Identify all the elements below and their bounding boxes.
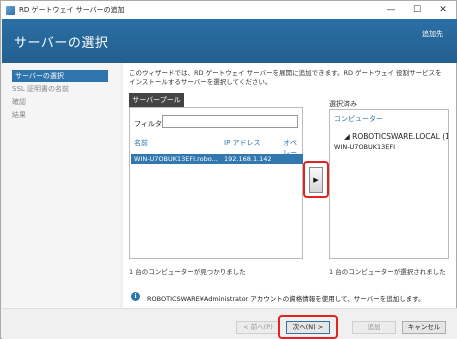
wizard-window: RD ゲートウェイ サーバーの追加 — ☐ ✕ サーバーの選択 追加先 サーバー… [0,0,457,339]
move-right-button[interactable]: ▶ [309,167,323,193]
row-ip: 192.168.1.142 [224,155,272,163]
close-button[interactable]: ✕ [430,1,456,19]
wizard-nav: サーバーの選択 SSL 証明書の名前 確認 結果 [2,63,120,308]
back-button[interactable]: < 前へ(P) [236,321,280,334]
cancel-button[interactable]: キャンセル [402,321,446,334]
app-icon [6,5,15,15]
destination-label: 追加先 [422,30,443,38]
wizard-footer: < 前へ(P) 次へ(N) > 追加 キャンセル [2,308,457,339]
nav-item-ssl-name[interactable]: SSL 証明書の名前 [2,83,120,95]
nav-item-select-server[interactable]: サーバーの選択 [12,70,108,82]
tab-server-pool[interactable]: サーバープール [129,93,184,107]
selected-group[interactable]: ◢ ROBOTICSWARE.LOCAL (1 [344,132,448,141]
table-row[interactable]: WIN-U7OBUK13EFI.robo... 192.168.1.142 [131,154,303,164]
info-icon: i [131,292,140,301]
row-name: WIN-U7OBUK13EFI.robo... [134,155,218,163]
column-ip[interactable]: IP アドレス [224,138,261,148]
description-text: このウィザードでは、RD ゲートウェイ サーバーを展開に追加できます。RD ゲー… [129,69,442,86]
selected-status: 1 台のコンピューターが選択されました [329,268,446,276]
column-name[interactable]: 名前 [134,138,148,148]
list-item[interactable]: WIN-U7OBUK13EFI [334,143,395,151]
nav-item-confirm[interactable]: 確認 [2,96,120,108]
window-title: RD ゲートウェイ サーバーの追加 [19,6,125,14]
pool-status: 1 台のコンピューターが見つかりました [129,268,246,276]
info-text: ROBOTICSWARE¥Administrator アカウントの資格情報を使用… [147,295,425,303]
window-controls: — ☐ ✕ [378,1,456,19]
wizard-header: サーバーの選択 追加先 [2,19,457,63]
title-bar: RD ゲートウェイ サーバーの追加 — ☐ ✕ [1,1,456,19]
selected-panel: コンピューター ◢ ROBOTICSWARE.LOCAL (1 WIN-U7OB… [329,109,449,259]
selected-column-computer[interactable]: コンピューター [334,114,383,124]
maximize-button[interactable]: ☐ [404,1,430,19]
content-panel: このウィザードでは、RD ゲートウェイ サーバーを展開に追加できます。RD ゲー… [123,63,456,308]
next-button[interactable]: 次へ(N) > [286,321,330,334]
server-pool-panel: フィルター: 名前 IP アドレス オペレー WIN-U7OBUK13EFI.r… [129,107,303,259]
minimize-button[interactable]: — [378,1,404,19]
page-title: サーバーの選択 [14,36,109,51]
filter-input[interactable] [162,115,298,128]
nav-item-results[interactable]: 結果 [2,109,120,121]
add-button[interactable]: 追加 [352,321,396,334]
selected-label: 選択済み [329,100,357,108]
